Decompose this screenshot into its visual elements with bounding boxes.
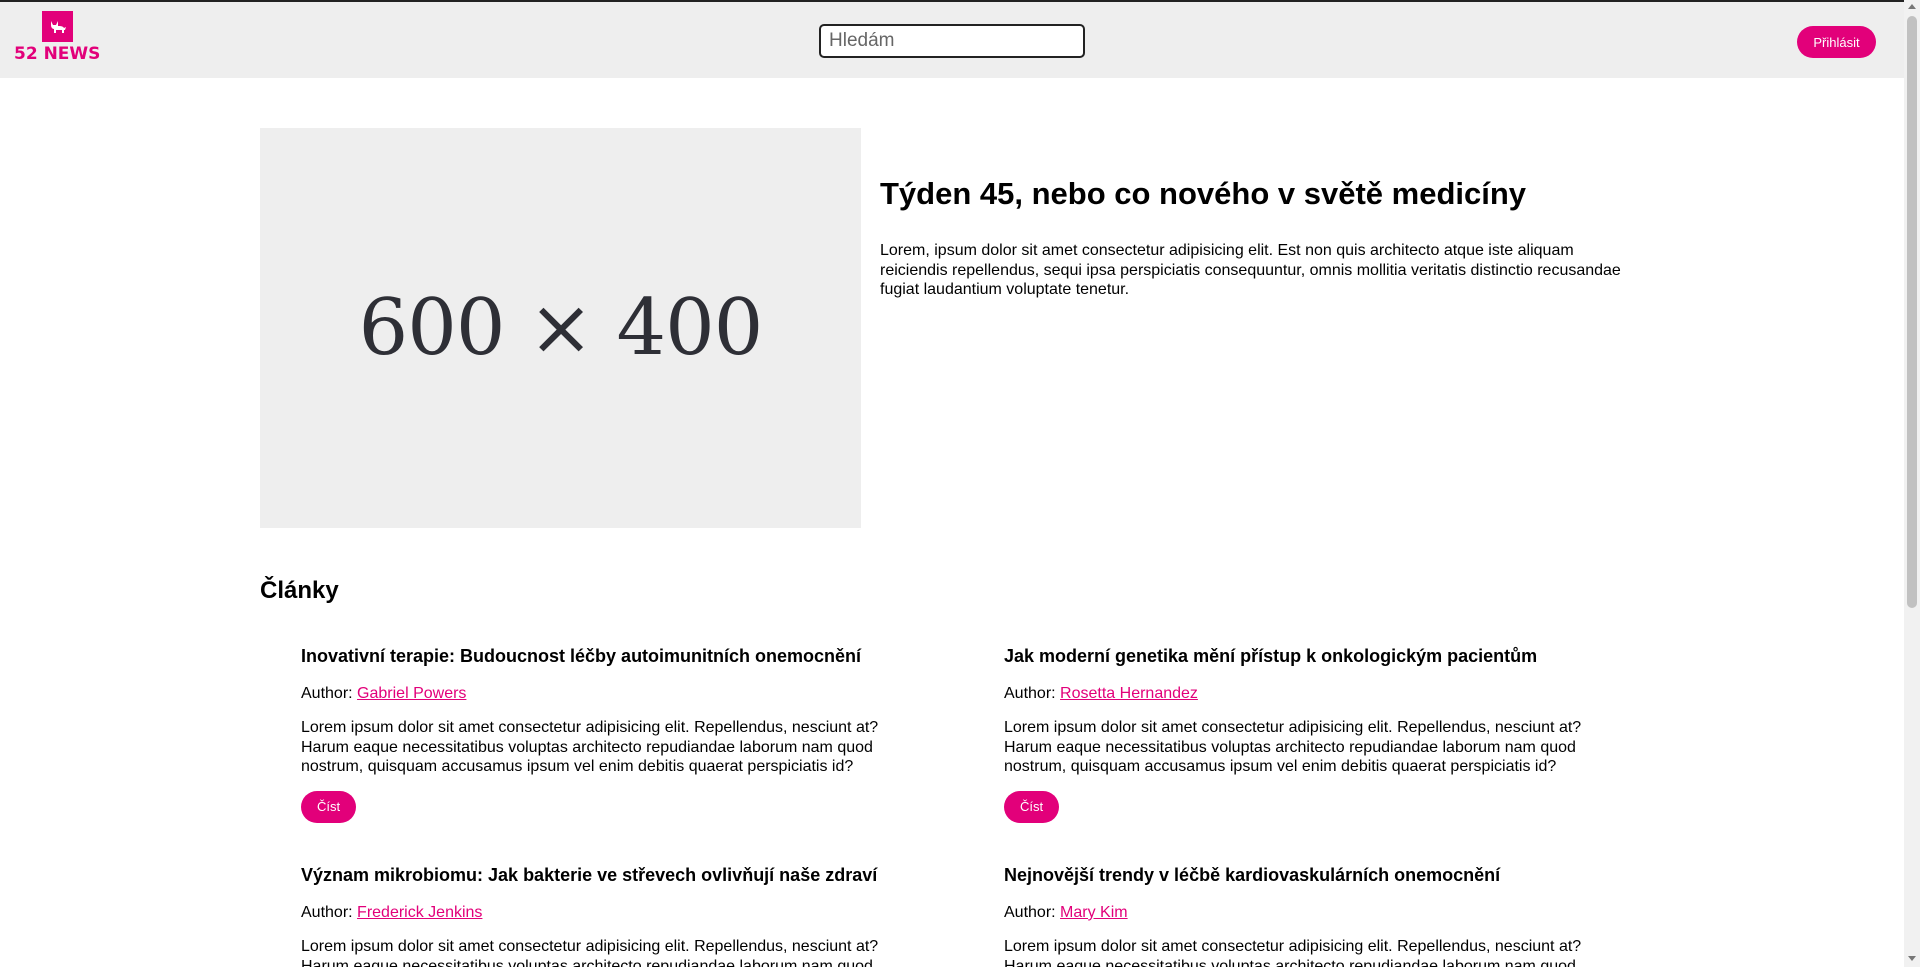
hero-image-text: 600 × 400 bbox=[358, 283, 764, 373]
article-excerpt: Lorem ipsum dolor sit amet consectetur a… bbox=[1004, 719, 1582, 775]
author-link[interactable]: Gabriel Powers bbox=[357, 685, 466, 702]
site-logo[interactable]: 52 NEWS bbox=[14, 11, 104, 65]
login-button[interactable]: Přihlásit bbox=[1797, 26, 1876, 58]
article-excerpt: Lorem ipsum dolor sit amet consectetur a… bbox=[301, 719, 879, 775]
hero-text: Lorem, ipsum dolor sit amet consectetur … bbox=[880, 242, 1621, 298]
author-prefix: Author: bbox=[301, 904, 353, 921]
logo-text: 52 NEWS bbox=[14, 44, 101, 64]
article-excerpt: Lorem ipsum dolor sit amet consectetur a… bbox=[1004, 938, 1582, 967]
search-input[interactable] bbox=[819, 24, 1085, 58]
top-header: 52 NEWS Přihlásit bbox=[0, 0, 1904, 78]
read-button[interactable]: Číst bbox=[301, 790, 356, 823]
read-button[interactable]: Číst bbox=[1004, 790, 1059, 823]
article-author: Author: Rosetta Hernandez bbox=[1004, 684, 1604, 704]
articles-section-title: Články bbox=[260, 577, 339, 604]
author-prefix: Author: bbox=[1004, 685, 1056, 702]
author-link[interactable]: Mary Kim bbox=[1060, 904, 1128, 921]
article-card: Jak moderní genetika mění přístup k onko… bbox=[1004, 645, 1604, 823]
article-title: Inovativní terapie: Budoucnost léčby aut… bbox=[301, 646, 862, 666]
article-title: Jak moderní genetika mění přístup k onko… bbox=[1004, 646, 1538, 666]
author-prefix: Author: bbox=[301, 685, 353, 702]
author-link[interactable]: Frederick Jenkins bbox=[357, 904, 482, 921]
article-card: Význam mikrobiomu: Jak bakterie ve střev… bbox=[301, 864, 901, 967]
author-link[interactable]: Rosetta Hernandez bbox=[1060, 685, 1198, 702]
cat-icon bbox=[42, 11, 73, 42]
hero-title: Týden 45, nebo co nového v světě medicín… bbox=[880, 176, 1527, 211]
article-author: Author: Gabriel Powers bbox=[301, 684, 901, 704]
article-excerpt: Lorem ipsum dolor sit amet consectetur a… bbox=[301, 938, 879, 967]
article-author: Author: Frederick Jenkins bbox=[301, 903, 901, 923]
article-title: Význam mikrobiomu: Jak bakterie ve střev… bbox=[301, 865, 878, 885]
article-author: Author: Mary Kim bbox=[1004, 903, 1604, 923]
scroll-thumb[interactable] bbox=[1907, 16, 1917, 608]
article-card: Nejnovější trendy v léčbě kardiovaskulár… bbox=[1004, 864, 1604, 967]
article-title: Nejnovější trendy v léčbě kardiovaskulár… bbox=[1004, 865, 1501, 885]
scroll-down-arrow-icon[interactable] bbox=[1908, 956, 1916, 961]
article-card: Inovativní terapie: Budoucnost léčby aut… bbox=[301, 645, 901, 823]
scroll-up-arrow-icon[interactable] bbox=[1908, 4, 1916, 9]
author-prefix: Author: bbox=[1004, 904, 1056, 921]
hero-image-placeholder: 600 × 400 bbox=[260, 128, 861, 528]
page-scrollbar[interactable] bbox=[1904, 0, 1920, 967]
